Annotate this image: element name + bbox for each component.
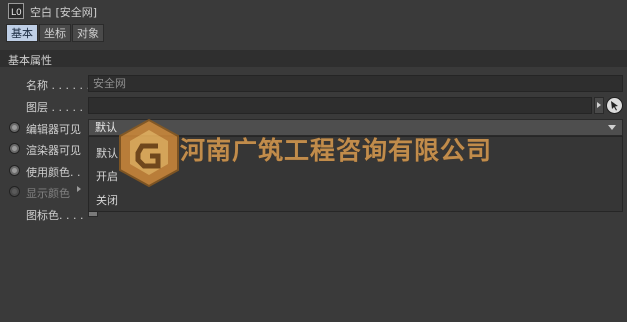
editor-visible-select[interactable]: 默认 (88, 119, 623, 136)
tab-object[interactable]: 对象 (72, 24, 104, 42)
render-visible-label: 渲染器可见 (26, 144, 81, 157)
window-title: 空白 [安全网] (30, 6, 98, 19)
dropdown-menu: 默认 开启 关闭 (88, 136, 623, 212)
display-color-label: 显示颜色 (26, 187, 70, 200)
editor-visible-label: 编辑器可见 (26, 123, 81, 136)
section-header: 基本属性 (0, 50, 627, 67)
tab-coordinates[interactable]: 坐标 (39, 24, 71, 42)
title-bar: L0 空白 [安全网] (0, 0, 627, 22)
use-color-radio[interactable] (9, 165, 20, 176)
dropdown-option-off[interactable]: 关闭 (96, 192, 118, 208)
use-color-label: 使用颜色. . (26, 166, 81, 179)
render-visible-radio[interactable] (9, 143, 20, 154)
name-field[interactable]: 安全网 (88, 75, 623, 92)
editor-visible-radio[interactable] (9, 122, 20, 133)
null-object-icon: L0 (8, 3, 24, 19)
dropdown-option-on[interactable]: 开启 (96, 168, 118, 184)
name-label: 名称 . . . . . . (26, 79, 90, 92)
editor-visible-value: 默认 (95, 121, 117, 134)
tab-bar: 基本 坐标 对象 (6, 24, 104, 42)
layer-field[interactable] (88, 97, 592, 114)
layer-label: 图层 . . . . . (26, 101, 83, 114)
icon-color-label: 图标色. . . . (26, 209, 84, 222)
dropdown-option-default[interactable]: 默认 (96, 145, 118, 161)
section-title: 基本属性 (8, 54, 52, 67)
layer-menu-button[interactable] (594, 97, 604, 114)
display-color-radio (9, 186, 20, 197)
pick-cursor-icon[interactable] (606, 97, 623, 114)
svg-text:L0: L0 (11, 8, 22, 18)
chevron-down-icon (608, 125, 616, 130)
tab-basic[interactable]: 基本 (6, 24, 38, 42)
expand-arrow-icon[interactable] (77, 186, 81, 192)
cursor-icon (611, 101, 618, 111)
